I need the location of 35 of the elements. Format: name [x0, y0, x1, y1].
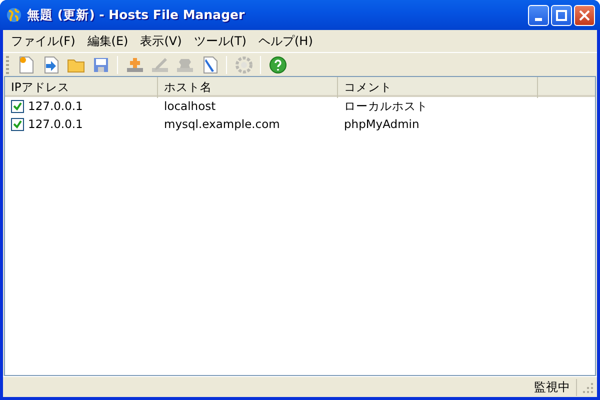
new-document-icon: [18, 56, 34, 74]
row-checkbox[interactable]: [11, 118, 24, 130]
table-cell-text: localhost: [163, 99, 217, 113]
resize-grip-icon: [581, 381, 593, 393]
row-checkbox[interactable]: [11, 100, 24, 112]
table-cell-text: phpMyAdmin: [343, 117, 420, 131]
pen-document-icon: [202, 56, 218, 74]
column-header[interactable]: ホスト名: [158, 77, 338, 98]
menu-item[interactable]: 編集(E): [81, 32, 134, 50]
table-cell: 127.0.0.1: [28, 117, 83, 131]
window-title: 無題 (更新) - Hosts File Manager: [27, 6, 246, 24]
menu-item[interactable]: ヘルプ(H): [252, 32, 319, 50]
help-icon: [268, 56, 286, 74]
pencil-icon: [150, 56, 168, 72]
table-cell-text: mysql.example.com: [163, 117, 281, 131]
menu-item[interactable]: 表示(V): [134, 32, 188, 50]
minimize-button[interactable]: [528, 4, 549, 26]
globe-icon: [6, 7, 22, 23]
table-cell-text: ローカルホスト: [343, 98, 429, 114]
status-text: 監視中: [534, 378, 577, 396]
document-arrow-icon: [42, 56, 58, 74]
close-icon: [579, 10, 590, 20]
folder-icon: [66, 56, 84, 72]
menu-item[interactable]: ファイル(F): [5, 32, 82, 50]
close-button[interactable]: [574, 4, 595, 26]
add-row-icon: [126, 56, 144, 72]
gear-icon: [234, 56, 252, 74]
table-cell: 127.0.0.1: [28, 99, 83, 113]
minimize-icon: [535, 18, 542, 20]
menu-item[interactable]: ツール(T): [188, 32, 252, 50]
column-header[interactable]: コメント: [338, 77, 538, 98]
column-header[interactable]: IPアドレス: [5, 77, 158, 98]
maximize-icon: [556, 10, 567, 20]
delete-row-icon: [176, 56, 194, 72]
maximize-button[interactable]: [551, 4, 572, 26]
